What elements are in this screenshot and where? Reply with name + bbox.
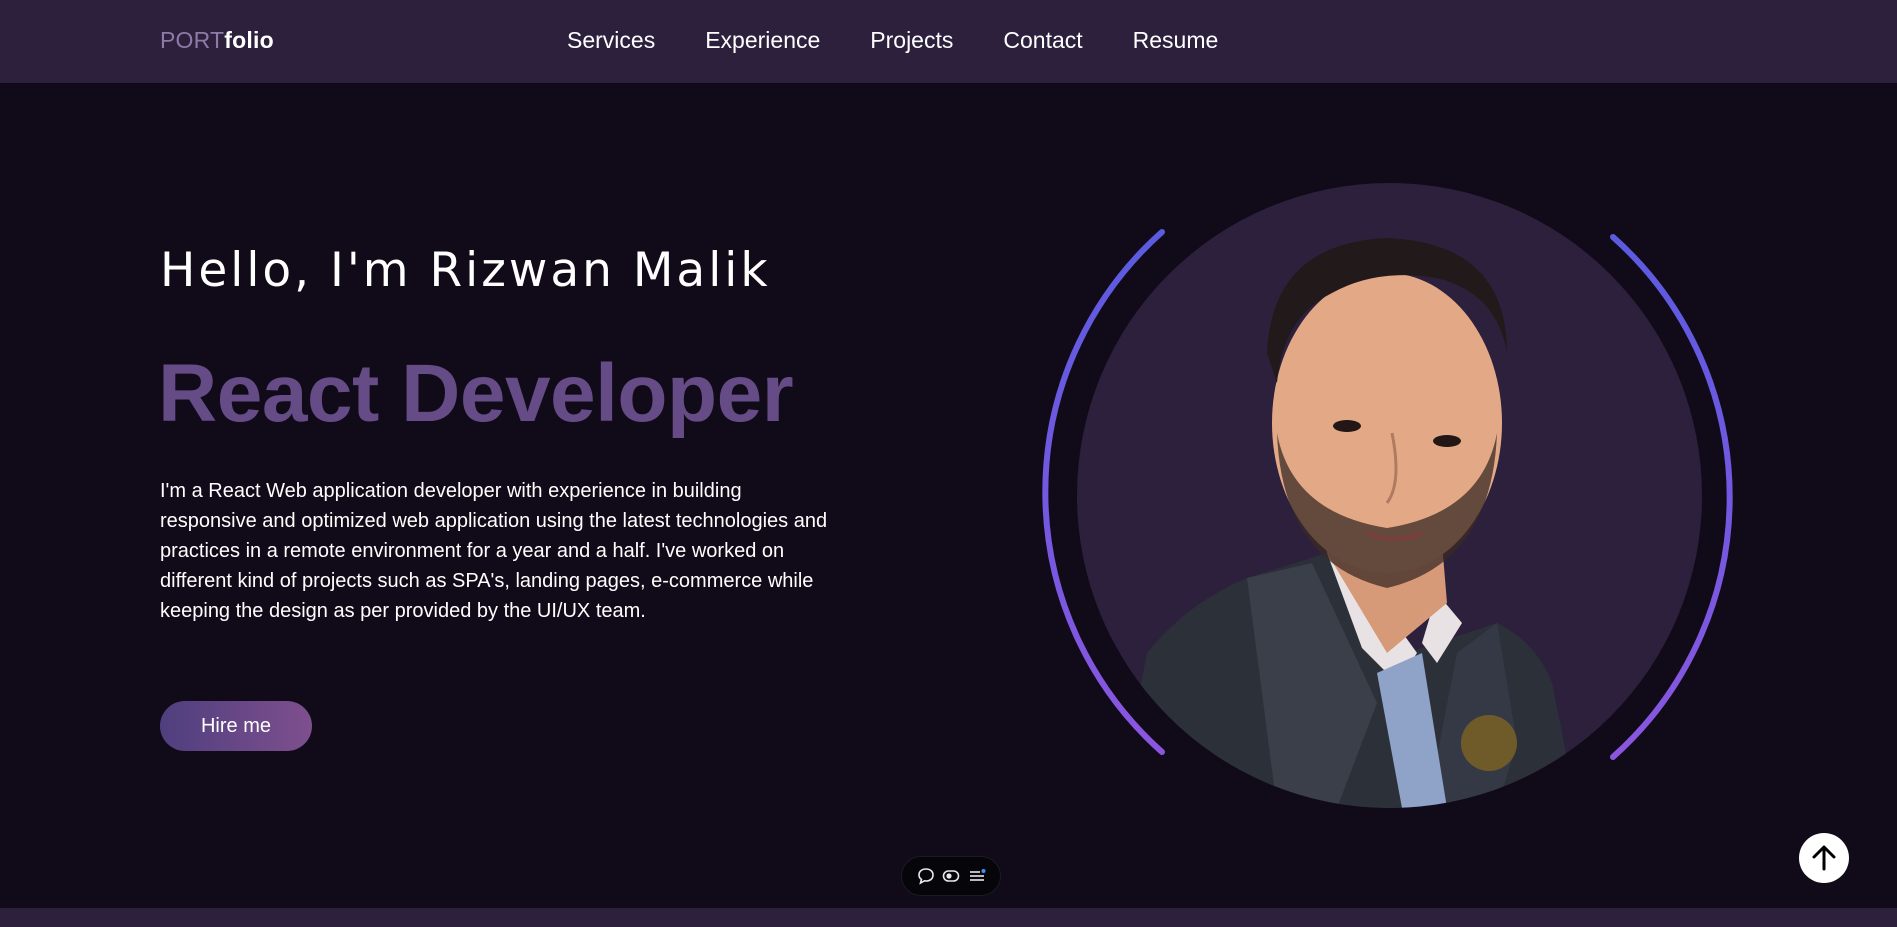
nav-link-resume[interactable]: Resume [1133,27,1219,54]
nav-link-experience[interactable]: Experience [705,27,820,54]
arrow-up-icon [1812,845,1836,871]
nav-link-contact[interactable]: Contact [1003,27,1082,54]
hire-me-button[interactable]: Hire me [160,701,312,751]
logo-port: PORT [160,27,225,53]
comment-icon[interactable] [916,866,936,886]
nav-link-projects[interactable]: Projects [870,27,953,54]
toggle-icon[interactable] [941,866,961,886]
logo-folio: folio [224,27,274,53]
nav-link-services[interactable]: Services [567,27,655,54]
hero-greeting: Hello, I'm Rizwan Malik [160,243,771,298]
nav-links: Services Experience Projects Contact Res… [567,27,1268,54]
hero-role: React Developer [158,348,794,439]
hero-bio: I'm a React Web application developer wi… [160,480,828,622]
scroll-to-top-button[interactable] [1799,833,1849,883]
logo[interactable]: PORTfolio [160,27,274,54]
next-section-edge [0,908,1897,927]
navbar: PORTfolio Services Experience Projects C… [0,0,1897,83]
portrait-section [1035,180,1740,810]
list-icon[interactable] [967,866,987,886]
profile-avatar-illustration [1117,238,1577,808]
floating-toolbar [901,856,1001,896]
profile-photo [1077,183,1702,808]
